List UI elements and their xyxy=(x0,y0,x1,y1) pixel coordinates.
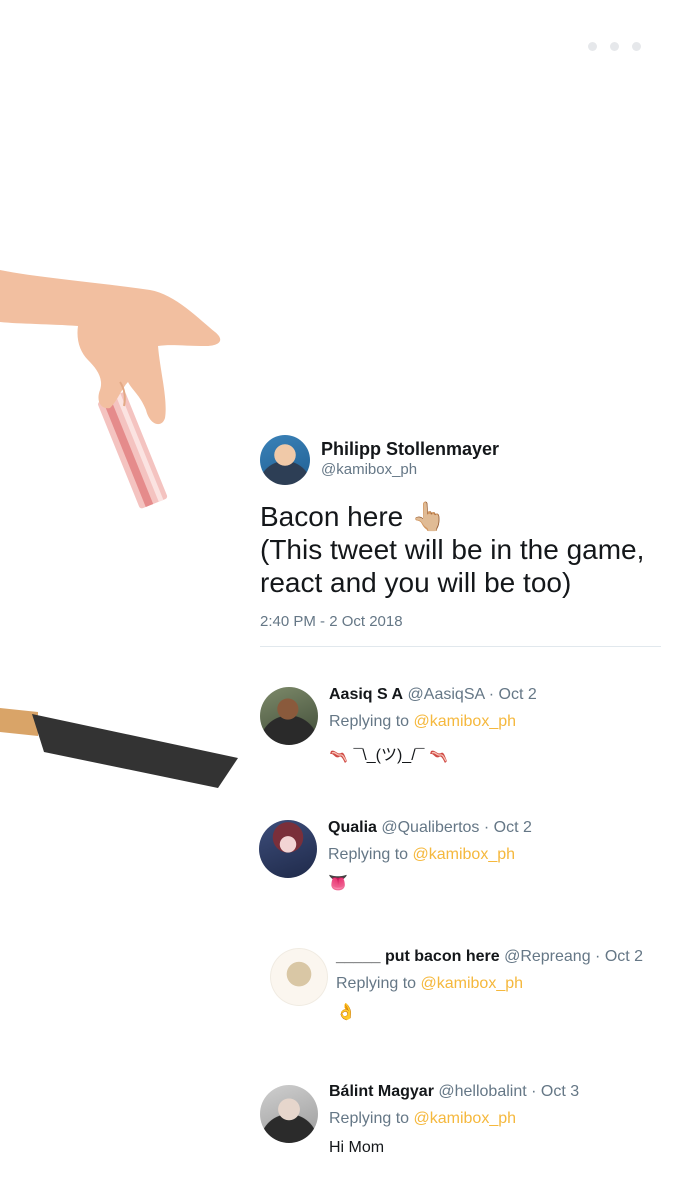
author-avatar[interactable] xyxy=(260,435,310,485)
replying-to: Replying to @kamibox_ph xyxy=(336,975,523,993)
knife-illustration xyxy=(0,708,238,788)
knife-handle xyxy=(0,708,38,736)
mention-link[interactable]: @kamibox_ph xyxy=(421,975,524,992)
reply-author-name[interactable]: Qualia xyxy=(328,819,377,836)
reply-avatar[interactable] xyxy=(259,820,317,878)
reply-header: Aasiq S A @AasiqSA · Oct 2 xyxy=(329,686,537,704)
replying-to-label: Replying to xyxy=(328,846,409,863)
tweet-line-1: Bacon here xyxy=(260,501,404,532)
replying-to: Replying to @kamibox_ph xyxy=(328,846,515,864)
replying-to: Replying to @kamibox_ph xyxy=(329,713,516,731)
pointing-up-emoji: 👆🏼 xyxy=(411,501,446,532)
reply-date[interactable]: · Oct 3 xyxy=(531,1083,579,1100)
replying-to-label: Replying to xyxy=(329,713,410,730)
reply-author-handle[interactable]: @Repreang xyxy=(504,948,591,965)
more-dots-icon[interactable] xyxy=(588,42,648,56)
reply-avatar[interactable] xyxy=(260,1085,318,1143)
bacon-icon xyxy=(330,750,347,763)
mention-link[interactable]: @kamibox_ph xyxy=(414,713,517,730)
mention-link[interactable]: @kamibox_ph xyxy=(414,1110,517,1127)
reply-date[interactable]: · Oct 2 xyxy=(595,948,643,965)
replying-to-label: Replying to xyxy=(329,1110,410,1127)
reply-text: 👌 xyxy=(336,1004,356,1021)
author-name[interactable]: Philipp Stollenmayer xyxy=(321,439,499,460)
tweet-line-3: react and you will be too) xyxy=(260,567,572,598)
reply-author-handle[interactable]: @Qualibertos xyxy=(381,819,479,836)
reply-text: 👅 xyxy=(328,875,348,892)
reply-text: Hi Mom xyxy=(329,1139,385,1156)
dot xyxy=(588,42,597,51)
knife-blade[interactable] xyxy=(32,714,238,788)
reply-date[interactable]: · Oct 2 xyxy=(489,686,537,703)
author-handle[interactable]: @kamibox_ph xyxy=(321,461,417,478)
reply-avatar[interactable] xyxy=(260,687,318,745)
replying-to: Replying to @kamibox_ph xyxy=(329,1110,516,1128)
reply-author-handle[interactable]: @AasiqSA xyxy=(408,686,485,703)
reply-author-name[interactable]: Bálint Magyar xyxy=(329,1083,434,1100)
bacon-icon xyxy=(429,750,447,763)
reply-body: ¯\_(ツ)_/¯ xyxy=(353,747,425,764)
reply-header: Qualia @Qualibertos · Oct 2 xyxy=(328,819,532,837)
reply-header: Bálint Magyar @hellobalint · Oct 3 xyxy=(329,1083,579,1101)
reply-author-handle[interactable]: @hellobalint xyxy=(438,1083,526,1100)
dot xyxy=(610,42,619,51)
tweet-line-2: (This tweet will be in the game, xyxy=(260,534,645,565)
reply-avatar[interactable] xyxy=(270,948,328,1006)
mention-link[interactable]: @kamibox_ph xyxy=(413,846,516,863)
reply-author-name[interactable]: Aasiq S A xyxy=(329,686,403,703)
hand-holding-bacon-illustration xyxy=(0,270,221,509)
divider xyxy=(260,646,661,647)
reply-header: _____ put bacon here @Repreang · Oct 2 xyxy=(336,948,643,966)
tweet-text: Bacon here 👆🏼 (This tweet will be in the… xyxy=(260,500,670,599)
tweet-timestamp[interactable]: 2:40 PM - 2 Oct 2018 xyxy=(260,613,403,630)
reply-date[interactable]: · Oct 2 xyxy=(484,819,532,836)
dot xyxy=(632,42,641,51)
reply-author-name[interactable]: _____ put bacon here xyxy=(336,948,500,965)
reply-text: ¯\_(ツ)_/¯ xyxy=(329,741,449,765)
replying-to-label: Replying to xyxy=(336,975,417,992)
